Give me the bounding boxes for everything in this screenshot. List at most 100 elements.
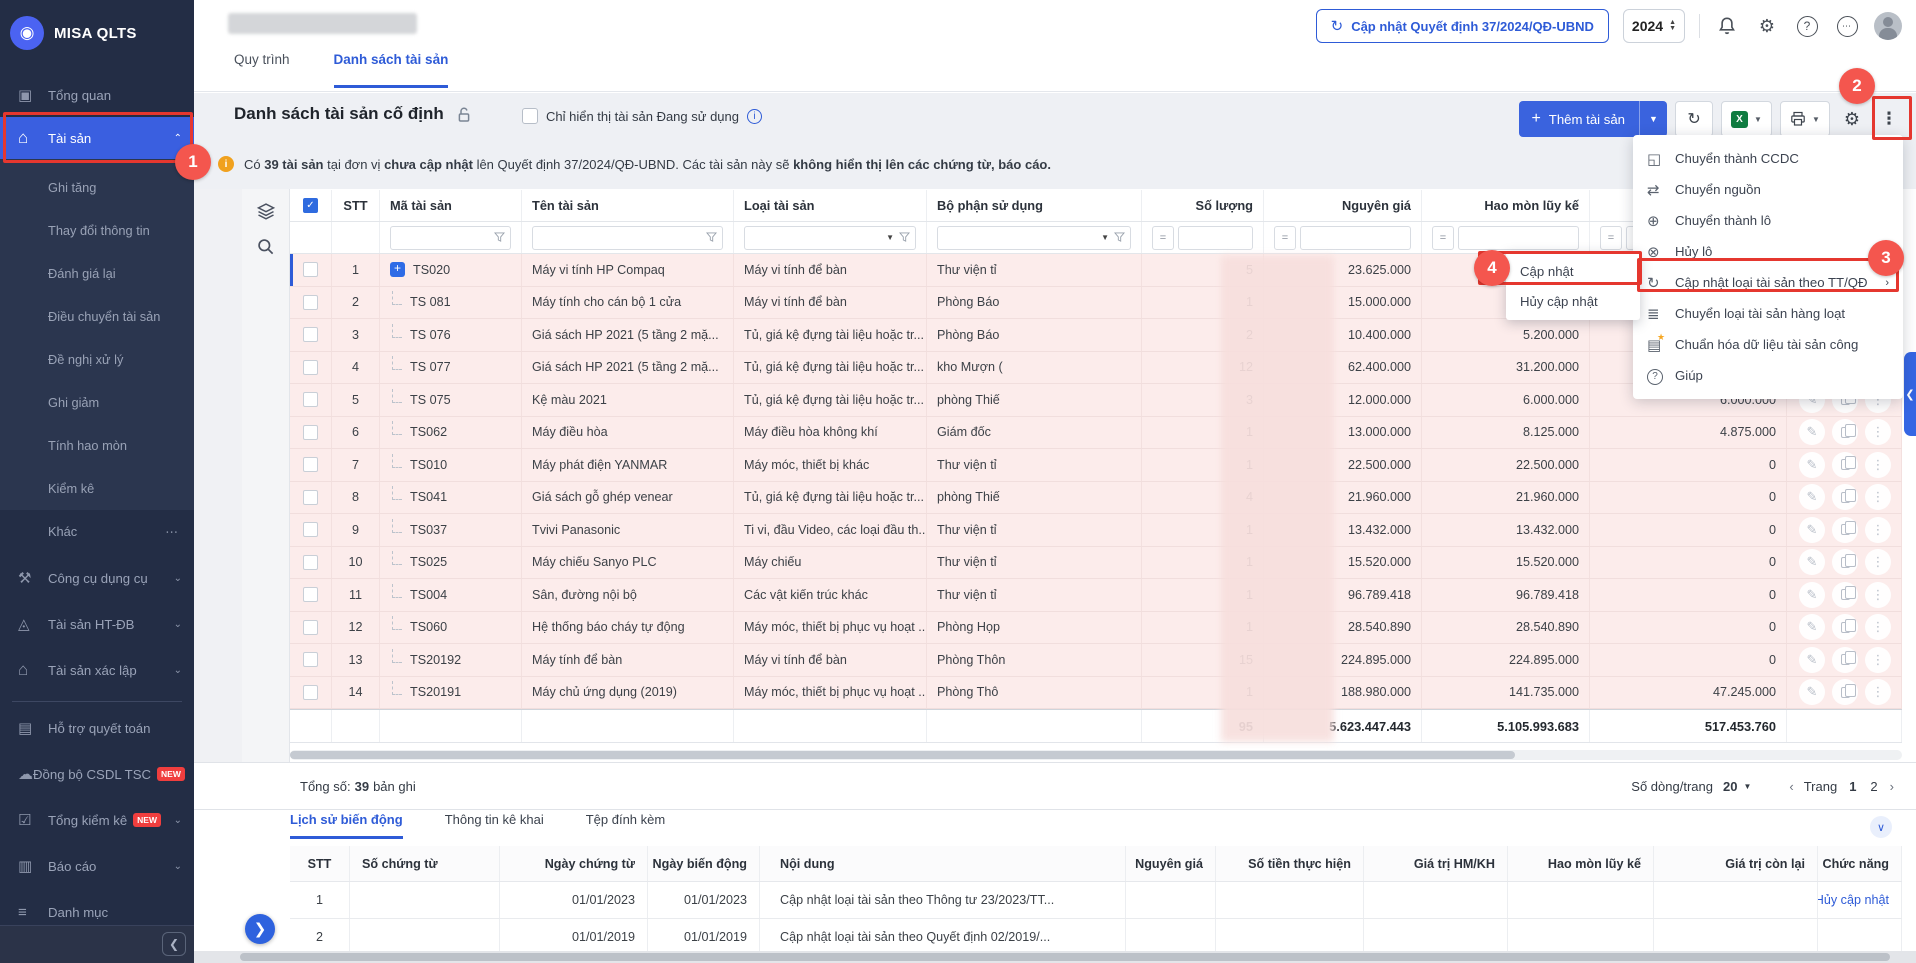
- filter-dept-select[interactable]: ▼: [937, 225, 1131, 250]
- copy-icon[interactable]: [1832, 614, 1858, 641]
- equals-operator[interactable]: =: [1152, 225, 1174, 250]
- copy-icon[interactable]: [1832, 484, 1858, 511]
- filter-qty-input[interactable]: [1178, 225, 1253, 250]
- row-menu-icon[interactable]: ⋮: [1865, 484, 1891, 511]
- row-checkbox[interactable]: [303, 262, 318, 278]
- more-options-icon[interactable]: ⋯: [1834, 13, 1860, 39]
- sidebar-collapse-icon[interactable]: ❮: [162, 932, 186, 956]
- row-menu-icon[interactable]: ⋮: [1865, 419, 1891, 446]
- row-menu-icon[interactable]: ⋮: [1865, 646, 1891, 673]
- edit-icon[interactable]: ✎: [1799, 451, 1825, 478]
- tab-change-history[interactable]: Lịch sử biến động: [290, 812, 403, 839]
- table-row[interactable]: 6 TS062 Máy điều hòa Máy điều hòa không …: [290, 416, 1902, 449]
- filter-type-select[interactable]: ▼: [744, 225, 916, 250]
- row-menu-icon[interactable]: ⋮: [1865, 516, 1891, 543]
- add-asset-button[interactable]: + Thêm tài sản ▼: [1519, 101, 1668, 137]
- settings-gear-icon[interactable]: ⚙: [1754, 13, 1780, 39]
- in-use-checkbox[interactable]: [522, 108, 538, 124]
- window-horizontal-scrollbar[interactable]: [194, 951, 1916, 963]
- page-number[interactable]: 2: [1868, 779, 1879, 794]
- edit-icon[interactable]: ✎: [1799, 646, 1825, 673]
- year-selector[interactable]: 2024 ▲ ▼: [1622, 9, 1685, 43]
- row-checkbox[interactable]: [303, 554, 318, 570]
- funnel-icon[interactable]: [706, 232, 717, 243]
- sidebar-item-assets[interactable]: Tài sản ⌃: [0, 117, 194, 159]
- sidebar-group-item[interactable]: Công cụ dụng cụ ⌄: [0, 555, 194, 601]
- detail-collapse-icon[interactable]: ∨: [1870, 816, 1892, 838]
- sidebar-group-item[interactable]: Tài sản xác lập ⌄: [0, 647, 194, 693]
- col-header-qty[interactable]: Số lượng: [1142, 190, 1264, 221]
- search-icon[interactable]: [256, 237, 275, 256]
- add-asset-dropdown-icon[interactable]: ▼: [1639, 101, 1667, 137]
- next-page-icon[interactable]: ›: [1890, 779, 1894, 794]
- col-header-stt[interactable]: STT: [332, 190, 380, 221]
- copy-icon[interactable]: [1832, 451, 1858, 478]
- row-menu-icon[interactable]: ⋮: [1865, 451, 1891, 478]
- page-number[interactable]: 1: [1847, 779, 1858, 794]
- sidebar-bottom-item[interactable]: Đồng bộ CSDL TSC NEW: [0, 751, 194, 797]
- filter-name-input[interactable]: [532, 225, 723, 250]
- update-decision-button[interactable]: ↻ Cập nhật Quyết định 37/2024/QĐ-UBND: [1315, 9, 1609, 43]
- year-stepper-icon[interactable]: ▲ ▼: [1669, 19, 1676, 32]
- funnel-icon[interactable]: [899, 232, 910, 243]
- menu-item[interactable]: Chuyển nguồn: [1633, 174, 1903, 205]
- menu-item[interactable]: Chuyển loại tài sản hàng loạt: [1633, 298, 1903, 329]
- prev-page-icon[interactable]: ‹: [1789, 779, 1793, 794]
- edit-icon[interactable]: ✎: [1799, 614, 1825, 641]
- select-all-checkbox[interactable]: ✓: [303, 198, 318, 213]
- expand-plus-icon[interactable]: +: [390, 262, 405, 278]
- copy-icon[interactable]: [1832, 549, 1858, 576]
- more-actions-kebab-icon[interactable]: ⋮: [1874, 101, 1904, 137]
- help-icon[interactable]: ?: [1794, 13, 1820, 39]
- row-menu-icon[interactable]: ⋮: [1865, 549, 1891, 576]
- funnel-icon[interactable]: [494, 232, 505, 243]
- tab-process[interactable]: Quy trình: [234, 52, 290, 88]
- row-checkbox[interactable]: [303, 327, 318, 343]
- table-row[interactable]: 11 TS004 Sân, đường nội bộ Các vật kiến …: [290, 579, 1902, 612]
- side-panel-toggle[interactable]: ❮: [1904, 352, 1916, 436]
- unlock-icon[interactable]: [456, 106, 472, 123]
- equals-operator[interactable]: =: [1274, 225, 1296, 250]
- expand-panel-button[interactable]: ❯: [245, 914, 275, 944]
- row-checkbox[interactable]: [303, 619, 318, 635]
- row-checkbox[interactable]: [303, 294, 318, 310]
- edit-icon[interactable]: ✎: [1799, 516, 1825, 543]
- sidebar-subitem[interactable]: Điều chuyển tài sản: [0, 295, 194, 338]
- edit-icon[interactable]: ✎: [1799, 484, 1825, 511]
- menu-item[interactable]: Hủy lô: [1633, 236, 1903, 267]
- tab-declaration-info[interactable]: Thông tin kê khai: [445, 812, 544, 839]
- sidebar-group-item[interactable]: Tài sản HT-ĐB ⌄: [0, 601, 194, 647]
- menu-item[interactable]: Cập nhật loại tài sản theo TT/QĐ ›: [1633, 267, 1903, 298]
- export-excel-button[interactable]: X ▼: [1721, 101, 1772, 137]
- sidebar-subitem-more[interactable]: Khác ⋯: [0, 510, 194, 553]
- copy-icon[interactable]: [1832, 646, 1858, 673]
- row-menu-icon[interactable]: ⋮: [1865, 614, 1891, 641]
- sidebar-item-overview[interactable]: Tổng quan: [0, 74, 194, 116]
- row-checkbox[interactable]: [303, 522, 318, 538]
- edit-icon[interactable]: ✎: [1799, 679, 1825, 706]
- sidebar-subitem[interactable]: Đánh giá lại: [0, 252, 194, 295]
- row-menu-icon[interactable]: ⋮: [1865, 581, 1891, 608]
- menu-item[interactable]: Chuyển thành lô: [1633, 205, 1903, 236]
- submenu-item[interactable]: Hủy cập nhật: [1506, 286, 1640, 316]
- menu-item[interactable]: Chuyển thành CCDC: [1633, 143, 1903, 174]
- menu-item[interactable]: Giúp: [1633, 360, 1903, 391]
- tab-attachments[interactable]: Tệp đính kèm: [586, 812, 666, 839]
- sidebar-bottom-item[interactable]: Hỗ trợ quyết toán: [0, 705, 194, 751]
- table-row[interactable]: 12 TS060 Hệ thống báo cháy tự động Máy m…: [290, 611, 1902, 644]
- sidebar-subitem[interactable]: Ghi giảm: [0, 381, 194, 424]
- table-settings-gear-icon[interactable]: ⚙: [1838, 101, 1866, 137]
- refresh-button[interactable]: ↻: [1675, 101, 1714, 137]
- row-checkbox[interactable]: [303, 457, 318, 473]
- edit-icon[interactable]: ✎: [1799, 581, 1825, 608]
- sidebar-subitem[interactable]: Thay đổi thông tin: [0, 209, 194, 252]
- col-header-cost[interactable]: Nguyên giá: [1264, 190, 1422, 221]
- history-row[interactable]: 1 01/01/2023 01/01/2023 Cập nhật loại tà…: [290, 882, 1902, 919]
- table-row[interactable]: 9 TS037 Tvivi Panasonic Ti vi, đầu Video…: [290, 514, 1902, 547]
- row-checkbox[interactable]: [303, 424, 318, 440]
- equals-operator[interactable]: =: [1600, 225, 1622, 250]
- row-checkbox[interactable]: [303, 359, 318, 375]
- table-row[interactable]: 7 TS010 Máy phát điện YANMAR Máy móc, th…: [290, 449, 1902, 482]
- funnel-icon[interactable]: [1114, 232, 1125, 243]
- notifications-bell-icon[interactable]: [1714, 13, 1740, 39]
